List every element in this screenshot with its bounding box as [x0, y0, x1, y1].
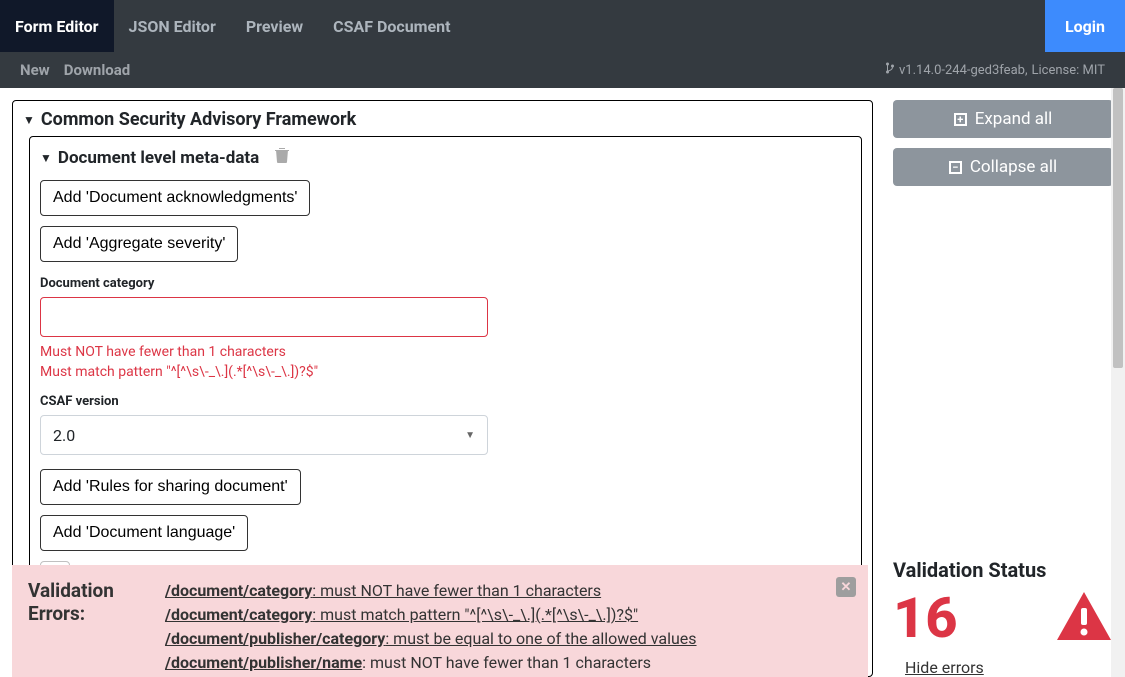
meta-title: Document level meta-data — [58, 148, 259, 168]
expand-all-button[interactable]: + Expand all — [893, 100, 1113, 138]
root-title: Common Security Advisory Framework — [41, 109, 356, 130]
error-row[interactable]: /document/category: must NOT have fewer … — [165, 579, 852, 603]
chevron-down-icon: ▼ — [465, 430, 475, 441]
minus-square-icon: − — [949, 161, 962, 174]
add-rules-button[interactable]: Add 'Rules for sharing document' — [40, 469, 301, 505]
root-section-header[interactable]: ▼ Common Security Advisory Framework — [23, 109, 862, 130]
plus-square-icon: + — [954, 113, 967, 126]
error-row[interactable]: /document/publisher/name: must NOT have … — [165, 651, 852, 675]
add-acknowledgments-button[interactable]: Add 'Document acknowledgments' — [40, 180, 310, 216]
hide-errors-link[interactable]: Hide errors — [905, 658, 1113, 677]
version-text: v1.14.0-244-ged3feab, — [899, 63, 1028, 78]
collapse-icon: ▼ — [23, 113, 35, 127]
error-panel-title: Validation Errors: — [28, 579, 143, 663]
validation-errors-panel: Validation Errors: /document/category: m… — [12, 565, 868, 677]
trash-icon[interactable] — [275, 147, 289, 168]
collapse-all-button[interactable]: − Collapse all — [893, 148, 1113, 186]
scrollbar-thumb[interactable] — [1113, 88, 1123, 368]
category-input[interactable] — [40, 297, 488, 337]
category-error-1: Must NOT have fewer than 1 characters — [40, 343, 851, 363]
validation-status-title: Validation Status — [893, 558, 1113, 582]
csaf-version-label: CSAF version — [40, 394, 851, 409]
new-button[interactable]: New — [20, 61, 50, 79]
category-label: Document category — [40, 276, 851, 291]
csaf-version-select[interactable]: 2.0 ▼ — [40, 415, 488, 455]
tab-form-editor[interactable]: Form Editor — [0, 0, 114, 52]
collapse-icon: ▼ — [40, 151, 52, 165]
close-icon[interactable]: ✕ — [836, 577, 856, 597]
tab-preview[interactable]: Preview — [231, 0, 318, 52]
add-severity-button[interactable]: Add 'Aggregate severity' — [40, 226, 238, 262]
meta-section: ▼ Document level meta-data Add 'Document… — [29, 136, 862, 618]
add-language-button[interactable]: Add 'Document language' — [40, 515, 248, 551]
version-info: v1.14.0-244-ged3feab, License: MIT — [885, 62, 1105, 78]
warning-icon — [1055, 590, 1113, 646]
side-pane: + Expand all − Collapse all Validation S… — [893, 100, 1113, 677]
error-count: 16 — [893, 590, 958, 646]
download-button[interactable]: Download — [64, 61, 131, 79]
tab-json-editor[interactable]: JSON Editor — [114, 0, 231, 52]
error-row[interactable]: /document/category: must match pattern "… — [165, 603, 852, 627]
error-row[interactable]: /document/publisher/category: must be eq… — [165, 627, 852, 651]
license-text: License: MIT — [1032, 63, 1105, 78]
category-error-2: Must match pattern "^[^\s\-_\.](.*[^\s\-… — [40, 363, 851, 383]
sub-navbar: New Download v1.14.0-244-ged3feab, Licen… — [0, 52, 1125, 88]
branch-icon — [885, 62, 895, 78]
csaf-version-value: 2.0 — [53, 426, 75, 445]
error-list: /document/category: must NOT have fewer … — [165, 579, 852, 663]
tab-csaf-document[interactable]: CSAF Document — [318, 0, 465, 52]
scrollbar[interactable] — [1111, 88, 1125, 677]
meta-header[interactable]: ▼ Document level meta-data — [40, 147, 851, 168]
login-button[interactable]: Login — [1045, 0, 1125, 52]
top-navbar: Form Editor JSON Editor Preview CSAF Doc… — [0, 0, 1125, 52]
